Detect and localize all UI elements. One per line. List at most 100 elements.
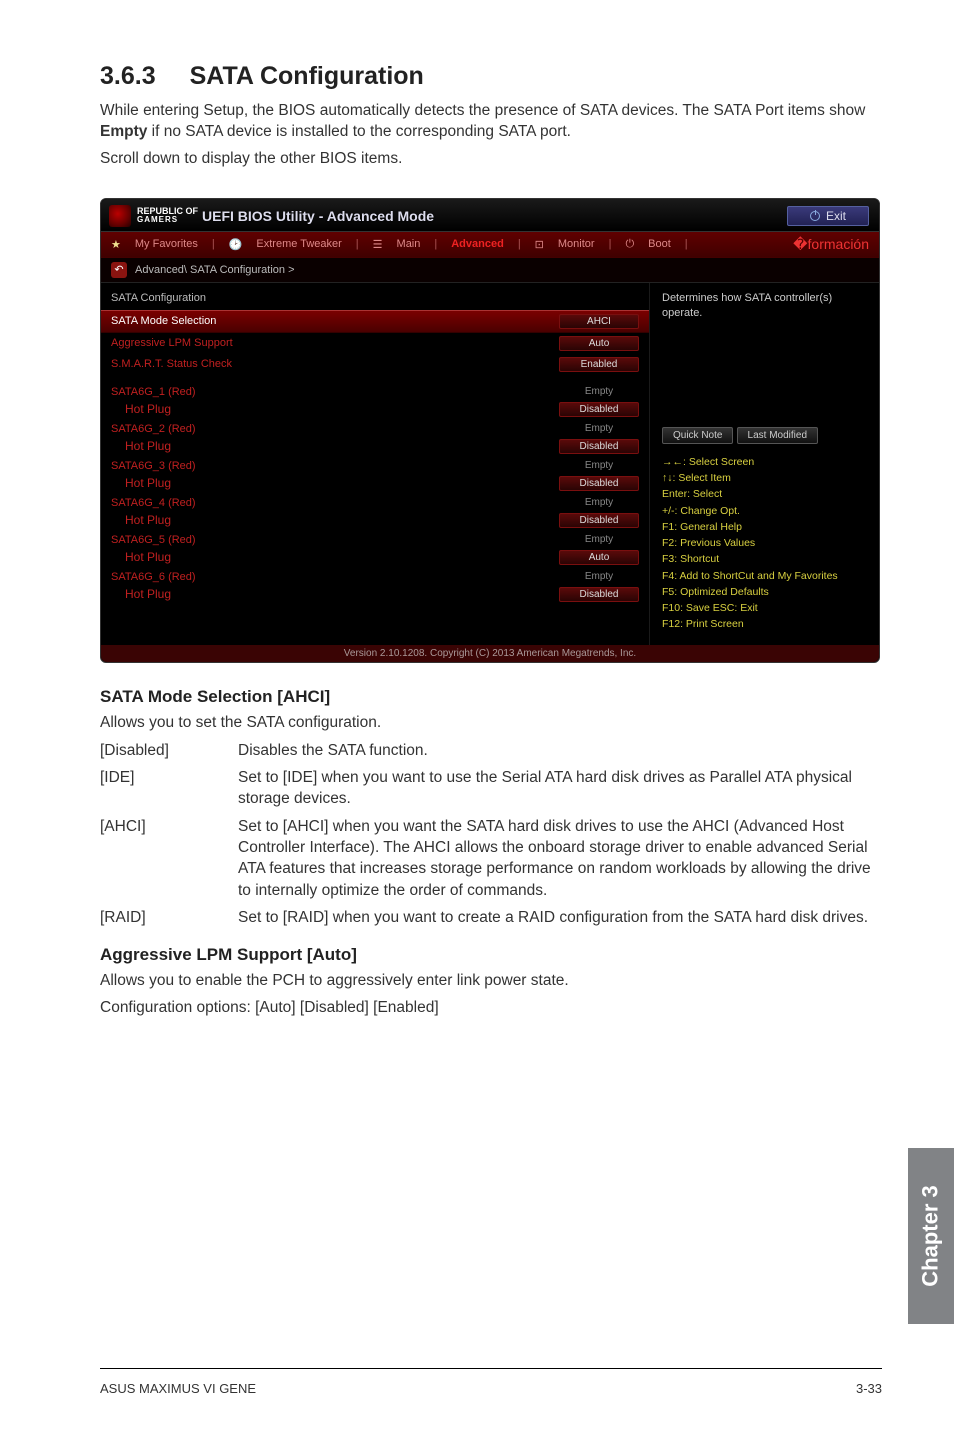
hotplug-value[interactable]: Auto [559, 550, 639, 565]
option-key: [IDE] [100, 767, 238, 810]
tab-monitor[interactable]: Monitor [558, 238, 595, 250]
bios-footer: Version 2.10.1208. Copyright (C) 2013 Am… [101, 645, 879, 662]
port-name-row: SATA6G_2 (Red) Empty [101, 420, 649, 438]
port-hotplug-row[interactable]: Hot Plug Disabled [101, 475, 649, 494]
port-group: SATA6G_5 (Red) Empty Hot Plug Auto [101, 531, 649, 568]
hotplug-value[interactable]: Disabled [559, 402, 639, 417]
footer-product: ASUS MAXIMUS VI GENE [100, 1381, 256, 1396]
port-hotplug-row[interactable]: Hot Plug Disabled [101, 438, 649, 457]
left-header-label: SATA Configuration [111, 292, 639, 304]
port-name: SATA6G_4 (Red) [111, 497, 559, 509]
tab-extreme-tweaker[interactable]: Extreme Tweaker [256, 238, 341, 250]
help-line: F4: Add to ShortCut and My Favorites [662, 568, 869, 584]
port-name-row: SATA6G_1 (Red) Empty [101, 383, 649, 401]
option-key: [RAID] [100, 907, 238, 928]
hotplug-label: Hot Plug [125, 476, 559, 490]
setting-value[interactable]: AHCI [559, 314, 639, 329]
help-line: F2: Previous Values [662, 535, 869, 551]
port-group: SATA6G_4 (Red) Empty Hot Plug Disabled [101, 494, 649, 531]
help-line: F12: Print Screen [662, 616, 869, 632]
setting-value[interactable]: Auto [559, 336, 639, 351]
port-name-row: SATA6G_6 (Red) Empty [101, 568, 649, 586]
last-modified-button[interactable]: Last Modified [737, 427, 818, 444]
setting-sata-mode-selection[interactable]: SATA Mode Selection AHCI [101, 310, 649, 333]
help-line: →←: Select Screen [662, 454, 869, 470]
hotplug-value[interactable]: Disabled [559, 513, 639, 528]
sub2-heading: Aggressive LPM Support [Auto] [100, 945, 882, 965]
port-status: Empty [559, 423, 639, 434]
sub1-intro: Allows you to set the SATA configuration… [100, 713, 882, 734]
back-icon[interactable]: ↶ [111, 262, 127, 278]
intro-text-1: While entering Setup, the BIOS automatic… [100, 102, 865, 119]
divider-icon: | [356, 238, 359, 250]
divider-icon: | [212, 238, 215, 250]
port-name-row: SATA6G_5 (Red) Empty [101, 531, 649, 549]
hotplug-label: Hot Plug [125, 550, 559, 564]
bios-tabbar: ★ My Favorites | 🕑 Extreme Tweaker | ☰ M… [101, 232, 879, 258]
help-line: ↑↓: Select Item [662, 470, 869, 486]
tab-boot[interactable]: Boot [648, 238, 671, 250]
hotplug-label: Hot Plug [125, 402, 559, 416]
port-hotplug-row[interactable]: Hot Plug Disabled [101, 512, 649, 531]
breadcrumb-text: Advanced\ SATA Configuration > [135, 264, 295, 276]
option-row: [AHCI] Set to [AHCI] when you want the S… [100, 816, 882, 902]
setting-smart-status[interactable]: S.M.A.R.T. Status Check Enabled [101, 354, 649, 375]
tab-advanced[interactable]: Advanced [451, 238, 504, 250]
quick-note-button[interactable]: Quick Note [662, 427, 733, 444]
setting-label: Aggressive LPM Support [111, 337, 559, 349]
option-row: [RAID] Set to [RAID] when you want to cr… [100, 907, 882, 928]
chapter-tab-label: Chapter 3 [918, 1185, 944, 1286]
port-status: Empty [559, 571, 639, 582]
port-name: SATA6G_2 (Red) [111, 423, 559, 435]
list-icon: ☰ [373, 238, 383, 251]
option-row: [Disabled] Disables the SATA function. [100, 740, 882, 761]
port-hotplug-row[interactable]: Hot Plug Disabled [101, 401, 649, 420]
help-line: F3: Shortcut [662, 551, 869, 567]
port-status: Empty [559, 534, 639, 545]
option-desc: Set to [AHCI] when you want the SATA har… [238, 816, 882, 902]
option-desc: Disables the SATA function. [238, 740, 882, 761]
help-line: F1: General Help [662, 519, 869, 535]
sub2-line1: Allows you to enable the PCH to aggressi… [100, 971, 882, 992]
bios-right-pane: Determines how SATA controller(s) operat… [649, 283, 879, 645]
port-status: Empty [559, 386, 639, 397]
port-status: Empty [559, 460, 639, 471]
hotplug-label: Hot Plug [125, 587, 559, 601]
tab-my-favorites[interactable]: My Favorites [135, 238, 198, 250]
monitor-icon: ⊡ [535, 238, 544, 251]
clock-icon: 🕑 [229, 238, 243, 251]
brand-line2: GAMERS [137, 216, 198, 224]
divider-icon: | [518, 238, 521, 250]
sub1-heading: SATA Mode Selection [AHCI] [100, 687, 882, 707]
port-hotplug-row[interactable]: Hot Plug Auto [101, 549, 649, 568]
help-line: F10: Save ESC: Exit [662, 600, 869, 616]
setting-aggressive-lpm[interactable]: Aggressive LPM Support Auto [101, 333, 649, 354]
intro-paragraph-1: While entering Setup, the BIOS automatic… [100, 101, 882, 143]
help-line: Enter: Select [662, 486, 869, 502]
help-line: +/-: Change Opt. [662, 503, 869, 519]
port-status: Empty [559, 497, 639, 508]
bios-breadcrumb: ↶ Advanced\ SATA Configuration > [101, 258, 879, 283]
sub2-line2: Configuration options: [Auto] [Disabled]… [100, 998, 882, 1019]
option-key: [Disabled] [100, 740, 238, 761]
hotplug-value[interactable]: Disabled [559, 476, 639, 491]
port-hotplug-row[interactable]: Hot Plug Disabled [101, 586, 649, 605]
rog-logo-icon [109, 205, 131, 227]
port-group: SATA6G_3 (Red) Empty Hot Plug Disabled [101, 457, 649, 494]
setting-value[interactable]: Enabled [559, 357, 639, 372]
hotplug-value[interactable]: Disabled [559, 587, 639, 602]
port-name-row: SATA6G_3 (Red) Empty [101, 457, 649, 475]
setting-label: SATA Mode Selection [111, 315, 559, 327]
hotplug-value[interactable]: Disabled [559, 439, 639, 454]
divider-icon: | [685, 238, 688, 250]
hw-switch-icon[interactable]: �formación [793, 236, 869, 253]
intro-bold: Empty [100, 123, 147, 140]
hotkey-help: →←: Select Screen ↑↓: Select Item Enter:… [662, 454, 869, 633]
tab-main[interactable]: Main [397, 238, 421, 250]
exit-button[interactable]: Exit [787, 206, 869, 226]
chapter-tab: Chapter 3 [908, 1148, 954, 1324]
bios-titlebar: REPUBLIC OF GAMERS UEFI BIOS Utility - A… [101, 199, 879, 232]
port-name: SATA6G_1 (Red) [111, 386, 559, 398]
port-name: SATA6G_5 (Red) [111, 534, 559, 546]
option-desc: Set to [IDE] when you want to use the Se… [238, 767, 882, 810]
